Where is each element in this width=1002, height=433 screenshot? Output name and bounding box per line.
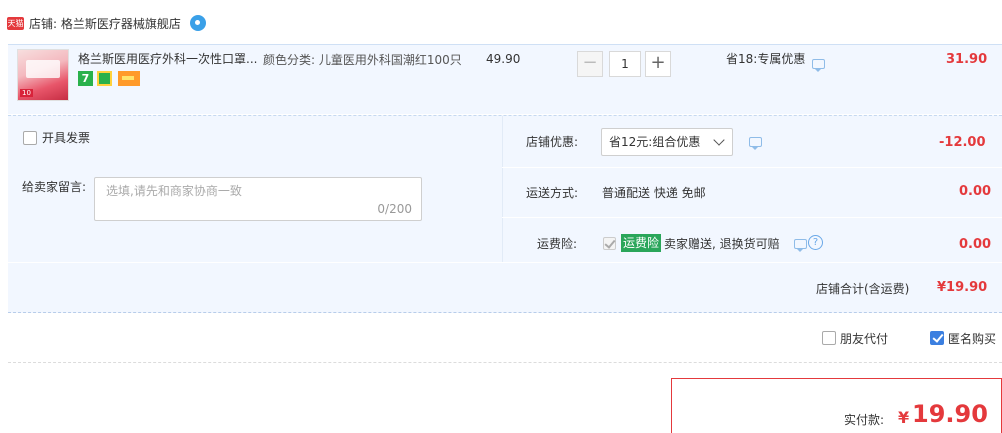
promotion-text: 省18:专属优惠 <box>726 52 806 66</box>
quantity-input[interactable]: 1 <box>609 51 641 77</box>
sku-spec: 颜色分类: 儿童医用外科国潮红100只 <box>263 53 462 67</box>
seller-note-label: 给卖家留言: <box>22 180 87 194</box>
order-details-panel: 开具发票 给卖家留言: 选填,请先和商家协商一致 0/200 店铺优惠: 省12… <box>8 115 1002 313</box>
product-thumbnail[interactable]: 10 <box>17 49 69 101</box>
seller-note-char-count: 0/200 <box>377 202 412 216</box>
thumbnail-tag: 10 <box>20 89 33 97</box>
seven-day-return-icon[interactable]: 7 <box>78 71 93 86</box>
unit-price: 49.90 <box>486 52 521 66</box>
shop-discount-label: 店铺优惠: <box>526 135 579 149</box>
thumbnail-pack <box>26 60 60 78</box>
actual-payment-box: 实付款: ¥ 19.90 <box>671 378 1002 433</box>
invoice-checkbox[interactable] <box>23 131 37 145</box>
product-title-link[interactable]: 格兰斯医用医疗外科一次性口罩... <box>78 50 260 68</box>
guarantee-bag-icon[interactable] <box>97 71 112 86</box>
row-divider <box>502 167 1002 168</box>
store-name-link[interactable]: 店铺: 格兰斯医疗器械旗舰店 <box>29 15 181 33</box>
actual-payment-amount: 19.90 <box>912 400 988 428</box>
row-divider <box>8 262 1002 263</box>
friend-pay-label[interactable]: 朋友代付 <box>840 330 888 348</box>
freight-insurance-checkbox[interactable] <box>603 237 616 250</box>
shop-subtotal-label: 店铺合计(含运费) <box>816 282 910 296</box>
credit-card-icon[interactable] <box>118 71 140 86</box>
shipping-method-label: 运送方式: <box>526 186 579 200</box>
shipping-amount: 0.00 <box>959 184 992 199</box>
shop-discount-amount: -12.00 <box>939 135 986 150</box>
shop-discount-selected: 省12元:组合优惠 <box>609 135 701 149</box>
decrease-quantity-button[interactable]: − <box>577 51 603 77</box>
actual-payment-currency: ¥ <box>898 408 910 427</box>
anonymous-purchase-checkbox[interactable] <box>930 331 944 345</box>
freight-insurance-label: 运费险: <box>537 237 578 251</box>
chevron-down-icon <box>713 134 725 146</box>
freight-insurance-badge: 运费险 <box>621 234 662 252</box>
seller-note-placeholder: 选填,请先和商家协商一致 <box>106 184 242 198</box>
row-divider <box>502 217 1002 218</box>
shop-subtotal-amount: ¥19.90 <box>937 280 988 295</box>
promotion-comment-icon[interactable] <box>812 59 825 72</box>
cart-item-row: 10 格兰斯医用医疗外科一次性口罩... 7 颜色分类: 儿童医用外科国潮红10… <box>8 44 1002 114</box>
actual-payment-label: 实付款: <box>844 413 885 427</box>
freight-insurance-amount: 0.00 <box>959 237 992 252</box>
tmall-badge: 天猫 <box>7 17 24 30</box>
help-icon[interactable]: ? <box>808 235 823 250</box>
anonymous-purchase-label[interactable]: 匿名购买 <box>948 330 996 348</box>
insurance-comment-icon[interactable] <box>794 239 807 252</box>
store-header: 天猫 店铺: 格兰斯医疗器械旗舰店 <box>0 0 1002 44</box>
column-divider <box>502 116 503 262</box>
invoice-label[interactable]: 开具发票 <box>42 129 90 147</box>
friend-pay-checkbox[interactable] <box>822 331 836 345</box>
item-total-price: 31.90 <box>946 52 988 67</box>
seller-note-textarea[interactable]: 选填,请先和商家协商一致 0/200 <box>94 177 422 221</box>
freight-insurance-text: 卖家赠送, 退换货可赔 <box>664 237 780 251</box>
shipping-method-value: 普通配送 快递 免邮 <box>602 186 706 200</box>
shop-discount-select[interactable]: 省12元:组合优惠 <box>601 128 733 156</box>
section-divider <box>8 362 1002 363</box>
increase-quantity-button[interactable]: + <box>645 51 671 77</box>
wangwang-chat-icon[interactable] <box>190 15 206 31</box>
discount-comment-icon[interactable] <box>749 137 762 150</box>
